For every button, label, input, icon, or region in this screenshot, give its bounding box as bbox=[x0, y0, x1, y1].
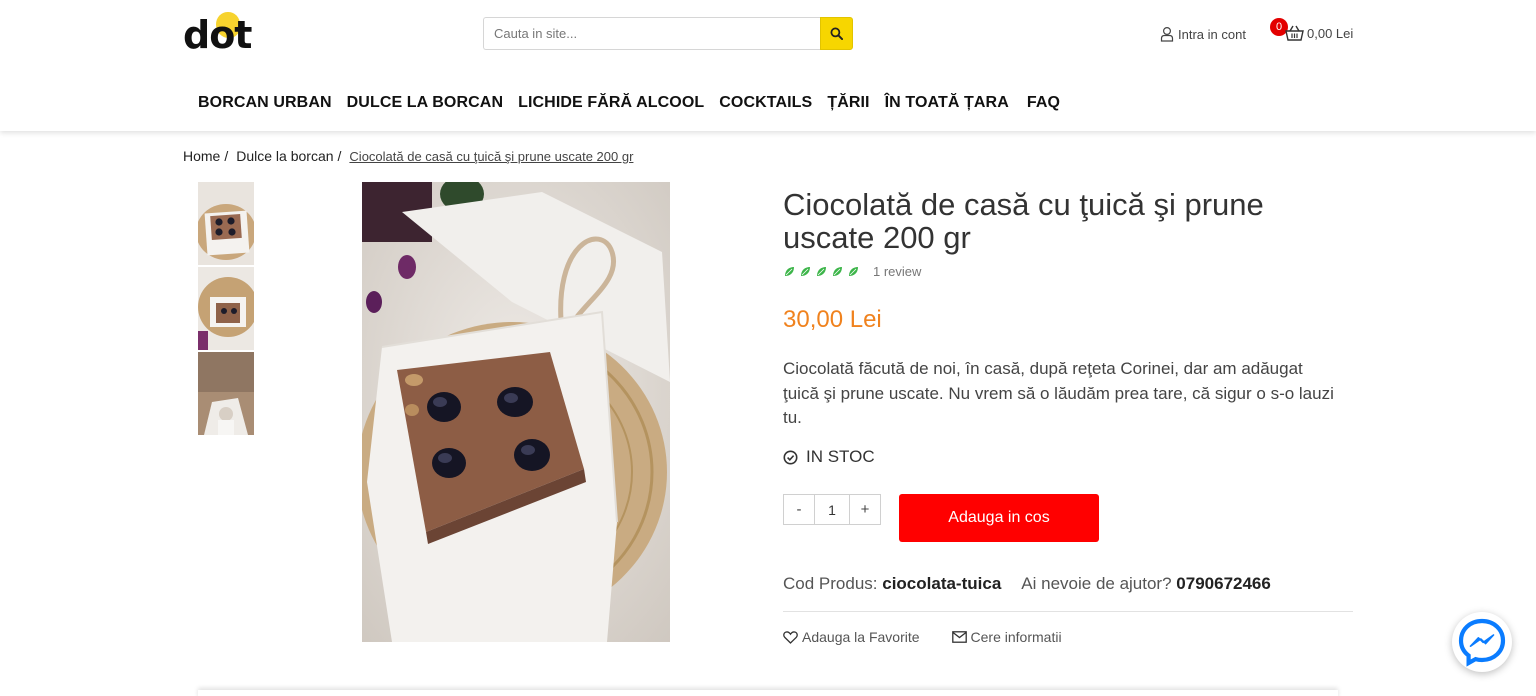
nav-item-dulce-la-borcan[interactable]: DULCE LA BORCAN bbox=[347, 94, 503, 112]
product-rating: 1 review bbox=[783, 264, 921, 279]
basket-icon bbox=[1285, 25, 1304, 41]
product-description: Ciocolată făcută de noi, în casă, după r… bbox=[783, 359, 1334, 427]
envelope-icon bbox=[951, 631, 967, 643]
thumbnail-3[interactable] bbox=[198, 352, 254, 435]
check-circle-icon bbox=[783, 450, 798, 464]
breadcrumb-home[interactable]: Home bbox=[183, 148, 220, 164]
help-phone[interactable]: 0790672466 bbox=[1176, 574, 1271, 594]
quantity-increase-button[interactable]: + bbox=[850, 495, 880, 524]
product-code-value: ciocolata-tuica bbox=[882, 574, 1002, 593]
product-meta: Cod Produs: ciocolata-tuica Ai nevoie de… bbox=[783, 574, 1271, 594]
tabs-panel-edge bbox=[198, 690, 1338, 696]
account-link[interactable]: Intra in cont bbox=[1159, 24, 1246, 44]
rating-leaf-icon bbox=[785, 267, 794, 276]
product-title: Ciocolată de casă cu ţuică şi prune usca… bbox=[783, 187, 1264, 255]
nav-item-borcan-urban[interactable]: BORCAN URBAN bbox=[198, 94, 332, 112]
breadcrumb: Home / Dulce la borcan / Ciocolată de ca… bbox=[183, 148, 633, 164]
messenger-chat-button[interactable] bbox=[1452, 612, 1512, 672]
rating-leaf-icon bbox=[817, 267, 826, 276]
rating-leaf-icon bbox=[833, 267, 842, 276]
stock-status: IN STOC bbox=[783, 447, 875, 467]
thumbnail-2[interactable] bbox=[198, 267, 254, 350]
logo-text: dot bbox=[183, 13, 252, 57]
cart-total: 0,00 Lei bbox=[1307, 26, 1354, 41]
favorite-label: Adauga la Favorite bbox=[802, 629, 920, 645]
messenger-icon bbox=[1458, 618, 1506, 667]
add-to-cart-button[interactable]: Adauga in cos bbox=[899, 494, 1099, 542]
account-label: Intra in cont bbox=[1178, 26, 1246, 42]
nav-item-in-toata-tara[interactable]: ÎN TOATĂ ȚARA bbox=[885, 94, 1009, 112]
search-icon bbox=[830, 27, 843, 40]
rating-leaf-icon bbox=[801, 267, 810, 276]
stock-label: IN STOC bbox=[806, 447, 875, 466]
search-input[interactable] bbox=[483, 17, 821, 50]
info-label: Cere informatii bbox=[970, 629, 1062, 645]
breadcrumb-category[interactable]: Dulce la borcan bbox=[236, 148, 333, 164]
product-main-image[interactable] bbox=[362, 182, 670, 642]
search-bar bbox=[483, 17, 853, 50]
nav-item-cocktails[interactable]: COCKTAILS bbox=[719, 94, 812, 112]
nav-item-lichide-fara-alcool[interactable]: LICHIDE FĂRĂ ALCOOL bbox=[518, 94, 704, 112]
rating-leaf-icon bbox=[849, 267, 858, 276]
nav-item-tarii[interactable]: ȚĂRII bbox=[827, 94, 869, 112]
product-price: 30,00 Lei bbox=[783, 306, 882, 333]
product-actions: Adauga la Favorite Cere informatii bbox=[783, 629, 1062, 645]
add-to-favorites-link[interactable]: Adauga la Favorite bbox=[783, 629, 920, 645]
site-logo[interactable]: dot bbox=[183, 12, 255, 54]
site-header: dot Intra in cont 0 0,00 Lei BORCAN URBA bbox=[0, 0, 1536, 131]
breadcrumb-separator: / bbox=[337, 148, 342, 164]
breadcrumb-current[interactable]: Ciocolată de casă cu ţuică şi prune usca… bbox=[349, 148, 633, 164]
help-label: Ai nevoie de ajutor? bbox=[1021, 574, 1172, 593]
quantity-stepper: - + bbox=[783, 494, 881, 525]
thumbnail-1[interactable] bbox=[198, 182, 254, 265]
search-button[interactable] bbox=[820, 17, 853, 50]
main-nav: BORCAN URBAN DULCE LA BORCAN LICHIDE FĂR… bbox=[198, 94, 1075, 112]
heart-icon bbox=[783, 630, 798, 644]
request-info-link[interactable]: Cere informatii bbox=[951, 629, 1062, 645]
breadcrumb-separator: / bbox=[224, 148, 229, 164]
thumbnail-list bbox=[198, 182, 254, 437]
user-icon bbox=[1160, 26, 1174, 42]
quantity-input[interactable] bbox=[814, 495, 850, 524]
nav-item-faq[interactable]: FAQ bbox=[1027, 94, 1060, 112]
review-count-link[interactable]: 1 review bbox=[873, 264, 921, 279]
product-code-label: Cod Produs: bbox=[783, 574, 878, 593]
quantity-decrease-button[interactable]: - bbox=[784, 495, 814, 524]
divider bbox=[783, 611, 1353, 612]
